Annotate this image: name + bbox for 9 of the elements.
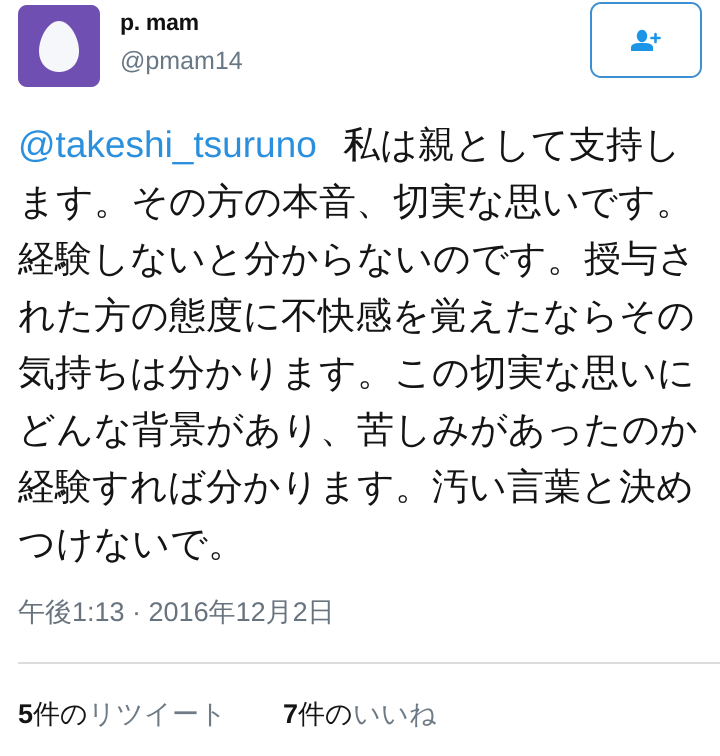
- person-plus-icon: [631, 29, 661, 51]
- user-handle: @pmam14: [120, 46, 244, 76]
- display-name: p. mam: [120, 8, 200, 36]
- like-count-link[interactable]: 7件のいいね: [283, 696, 438, 732]
- retweet-count-link[interactable]: 5件の リツイート: [18, 696, 228, 732]
- tweet-text: @takeshi_tsuruno 私は親として支持します。その方の本音、切実な思いです。経験しないと分からないのです。授与された方の態度に不快感を覚えたならその気持ちは分かります。この切実な思いにどんな背景があり、苦しみがあったのか経験すれば分かります。汚い言葉と決めつけないで。: [18, 123, 699, 566]
- tweet-timestamp: 午後1:13 · 2016年12月2日: [18, 596, 336, 629]
- follow-button[interactable]: [590, 2, 702, 78]
- egg-avatar-icon[interactable]: [18, 5, 100, 87]
